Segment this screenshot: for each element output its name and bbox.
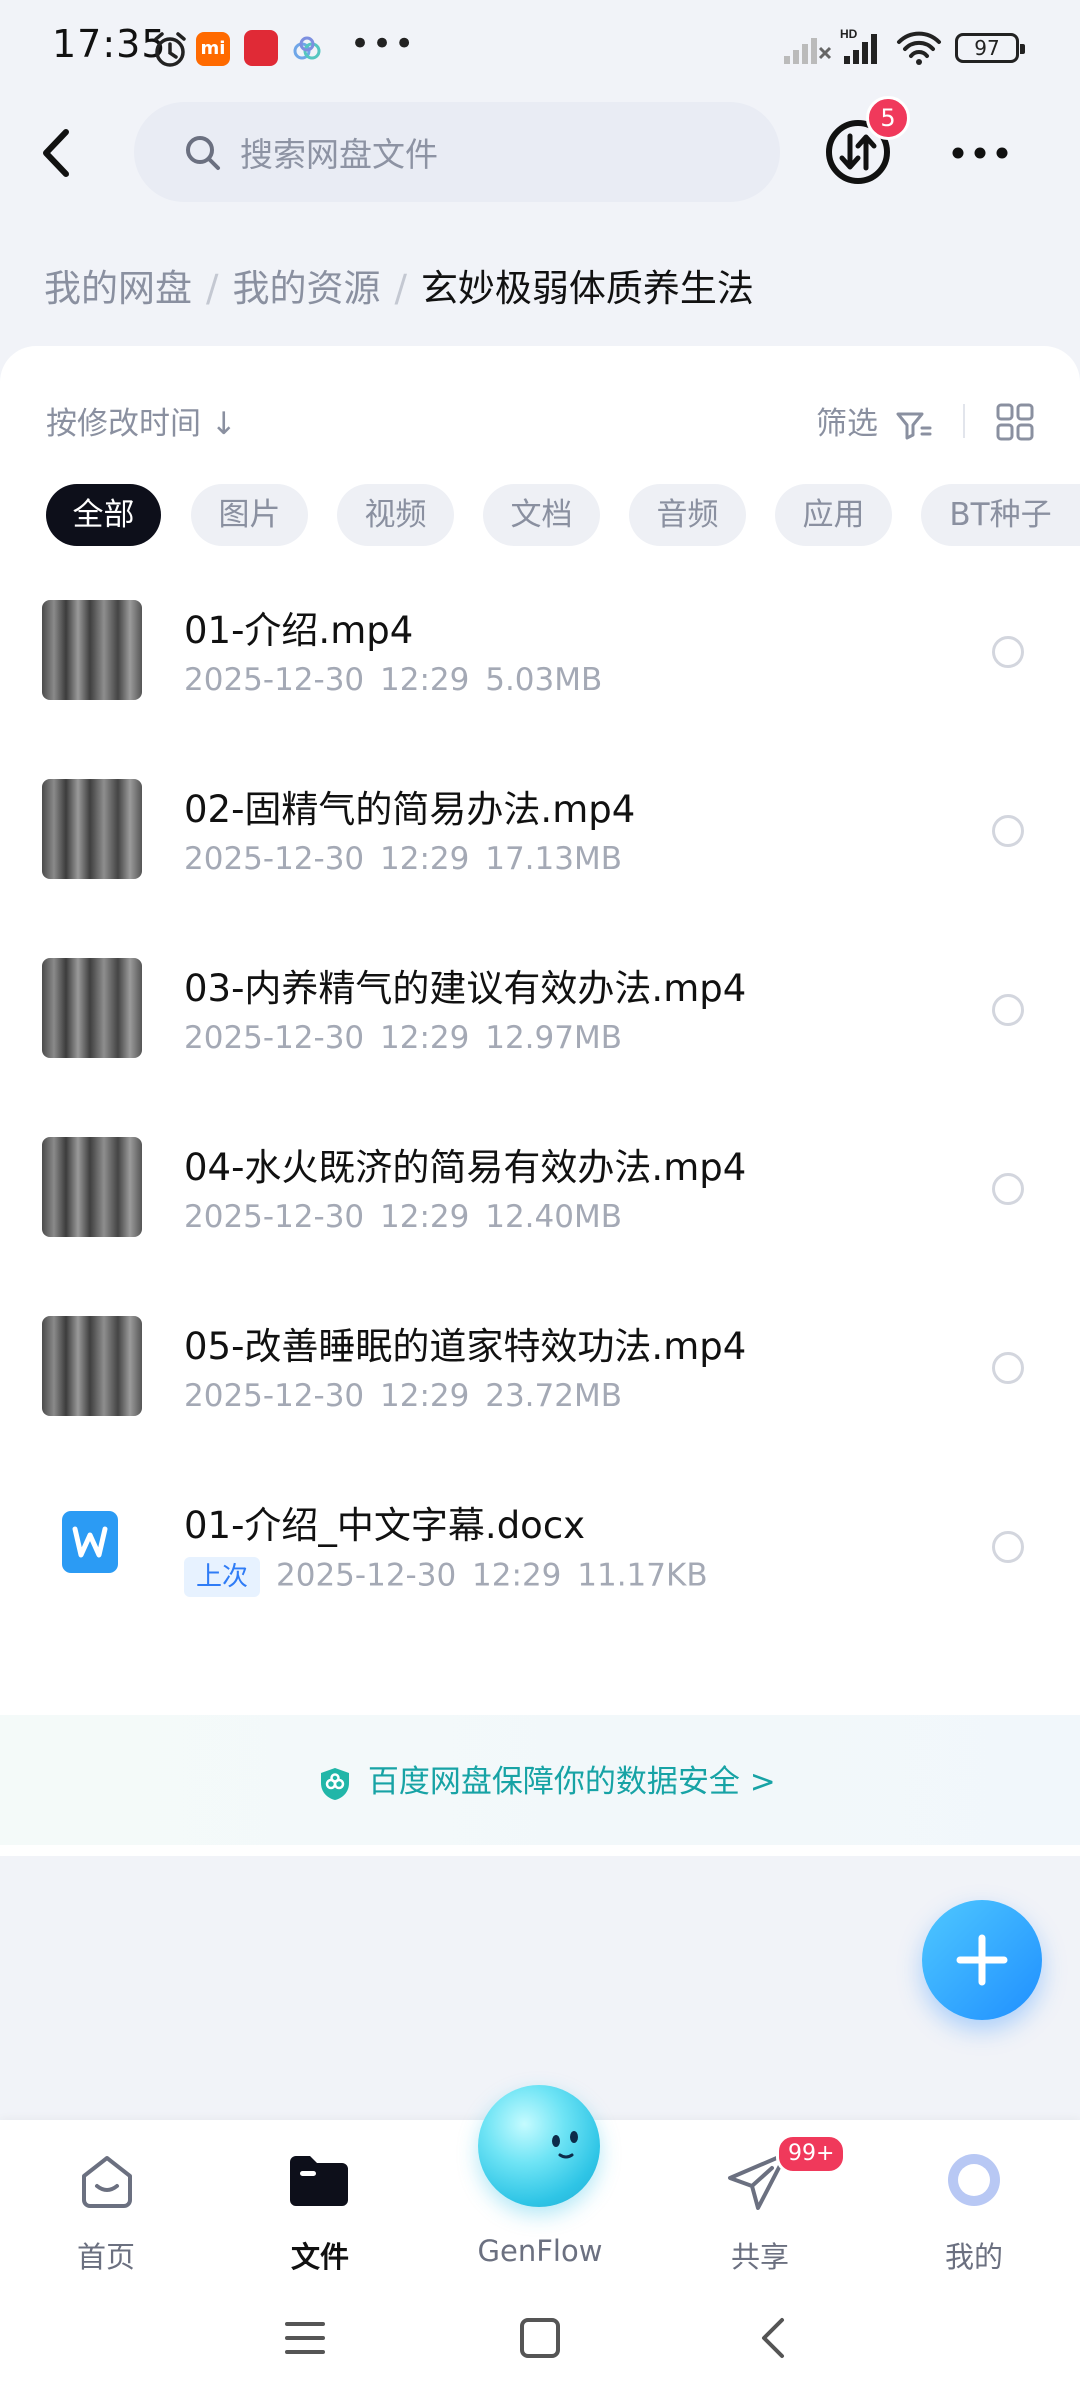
select-checkbox[interactable]: [992, 1352, 1024, 1384]
folder-icon: [290, 2156, 348, 2206]
nav-share-label: 共享: [730, 2240, 789, 2274]
category-chip-apps[interactable]: 应用: [775, 484, 892, 546]
filter-button[interactable]: 筛选: [816, 398, 932, 443]
file-name: 05-改善睡眠的道家特效功法.mp4: [184, 1325, 747, 1368]
search-placeholder: 搜索网盘文件: [240, 135, 438, 174]
select-checkbox[interactable]: [992, 1173, 1024, 1205]
video-thumbnail: [42, 779, 142, 879]
file-row[interactable]: 01-介绍_中文字幕.docx 上次 2025-12-30 12:29 11.17…: [0, 1495, 1080, 1674]
file-row[interactable]: 01-介绍.mp4 2025-12-30 12:29 5.03MB: [0, 600, 1080, 779]
file-meta: 2025-12-30 12:29 17.13MB: [184, 841, 622, 877]
profile-avatar-icon: [948, 2154, 1000, 2206]
file-meta: 2025-12-30 12:29 5.03MB: [184, 662, 603, 698]
svg-text:HD: HD: [840, 27, 858, 41]
breadcrumb-current-folder: 玄妙极弱体质养生法: [420, 267, 754, 310]
video-thumbnail: [42, 958, 142, 1058]
battery-icon: 97: [955, 33, 1025, 63]
file-name: 01-介绍.mp4: [184, 609, 414, 652]
breadcrumb: 我的网盘 / 我的资源 / 玄妙极弱体质养生法: [44, 267, 754, 310]
select-checkbox[interactable]: [992, 1531, 1024, 1563]
file-name: 02-固精气的简易办法.mp4: [184, 788, 636, 831]
nav-home-label: 首页: [76, 2240, 135, 2274]
grid-view-icon[interactable]: [995, 402, 1035, 442]
select-checkbox[interactable]: [992, 994, 1024, 1026]
search-input[interactable]: 搜索网盘文件: [134, 102, 780, 202]
battery-level: 97: [974, 36, 1000, 60]
security-banner-text: 百度网盘保障你的数据安全 >: [367, 1764, 776, 1800]
category-chip-images[interactable]: 图片: [191, 484, 308, 546]
filter-label: 筛选: [816, 406, 878, 442]
category-chip-videos[interactable]: 视频: [337, 484, 454, 546]
select-checkbox[interactable]: [992, 815, 1024, 847]
signal-hd-icon: HD: [840, 27, 877, 64]
nav-files-label: 文件: [290, 2240, 349, 2274]
menu-icon[interactable]: [283, 2318, 327, 2358]
category-chip-audio[interactable]: 音频: [629, 484, 746, 546]
file-meta: 2025-12-30 12:29 12.97MB: [184, 1020, 622, 1056]
category-chip-all[interactable]: 全部: [46, 484, 161, 546]
sort-button[interactable]: 按修改时间 ↓: [46, 398, 237, 443]
shopping-app-icon: [244, 30, 278, 66]
alarm-icon: [154, 32, 186, 67]
file-row[interactable]: 05-改善睡眠的道家特效功法.mp4 2025-12-30 12:29 23.7…: [0, 1316, 1080, 1495]
search-icon: [186, 136, 220, 170]
category-chip-bt[interactable]: BT种子: [921, 484, 1080, 546]
more-options-button[interactable]: [950, 138, 1010, 168]
more-notifications-icon: •••: [350, 24, 417, 64]
file-name: 03-内养精气的建议有效办法.mp4: [184, 967, 747, 1010]
cloud-app-icon: [293, 36, 321, 60]
home-square-icon[interactable]: [518, 2316, 562, 2360]
breadcrumb-my-resources[interactable]: 我的资源: [232, 267, 380, 310]
transfer-badge: 5: [866, 96, 910, 140]
video-thumbnail: [42, 600, 142, 700]
mi-app-icon: mi: [196, 32, 230, 66]
file-meta: 上次 2025-12-30 12:29 11.17KB: [184, 1557, 708, 1597]
category-chip-documents[interactable]: 文档: [483, 484, 600, 546]
file-meta: 2025-12-30 12:29 12.40MB: [184, 1199, 622, 1235]
file-row[interactable]: 04-水火既济的简易有效办法.mp4 2025-12-30 12:29 12.4…: [0, 1137, 1080, 1316]
breadcrumb-my-drive[interactable]: 我的网盘: [44, 267, 192, 310]
system-back-icon[interactable]: [756, 2316, 792, 2360]
nav-genflow[interactable]: GenFlow: [460, 2140, 620, 2280]
video-thumbnail: [42, 1137, 142, 1237]
signal-weak-icon: [784, 38, 832, 64]
back-button[interactable]: [28, 118, 88, 188]
nav-me[interactable]: 我的: [894, 2140, 1054, 2280]
wifi-icon: [897, 31, 941, 65]
shield-icon: [321, 1767, 349, 1800]
file-name: 04-水火既济的简易有效办法.mp4: [184, 1146, 747, 1189]
file-row[interactable]: 03-内养精气的建议有效办法.mp4 2025-12-30 12:29 12.9…: [0, 958, 1080, 1137]
share-badge: 99+: [776, 2134, 847, 2174]
video-thumbnail: [42, 1316, 142, 1416]
security-banner[interactable]: 百度网盘保障你的数据安全 >: [318, 1756, 776, 1802]
toolbar-divider: [963, 404, 965, 438]
nav-home[interactable]: 首页: [26, 2140, 186, 2280]
filter-icon: [896, 412, 932, 439]
select-checkbox[interactable]: [992, 636, 1024, 668]
nav-genflow-label: GenFlow: [477, 2234, 603, 2268]
nav-me-label: 我的: [944, 2240, 1003, 2274]
file-name: 01-介绍_中文字幕.docx: [184, 1504, 586, 1547]
add-button[interactable]: [922, 1900, 1042, 2020]
home-icon: [82, 2156, 132, 2208]
file-row[interactable]: 02-固精气的简易办法.mp4 2025-12-30 12:29 17.13MB: [0, 779, 1080, 958]
word-doc-icon: [62, 1511, 118, 1573]
file-meta: 2025-12-30 12:29 23.72MB: [184, 1378, 622, 1414]
nav-files[interactable]: 文件: [240, 2140, 400, 2280]
last-opened-tag: 上次: [184, 1557, 261, 1597]
